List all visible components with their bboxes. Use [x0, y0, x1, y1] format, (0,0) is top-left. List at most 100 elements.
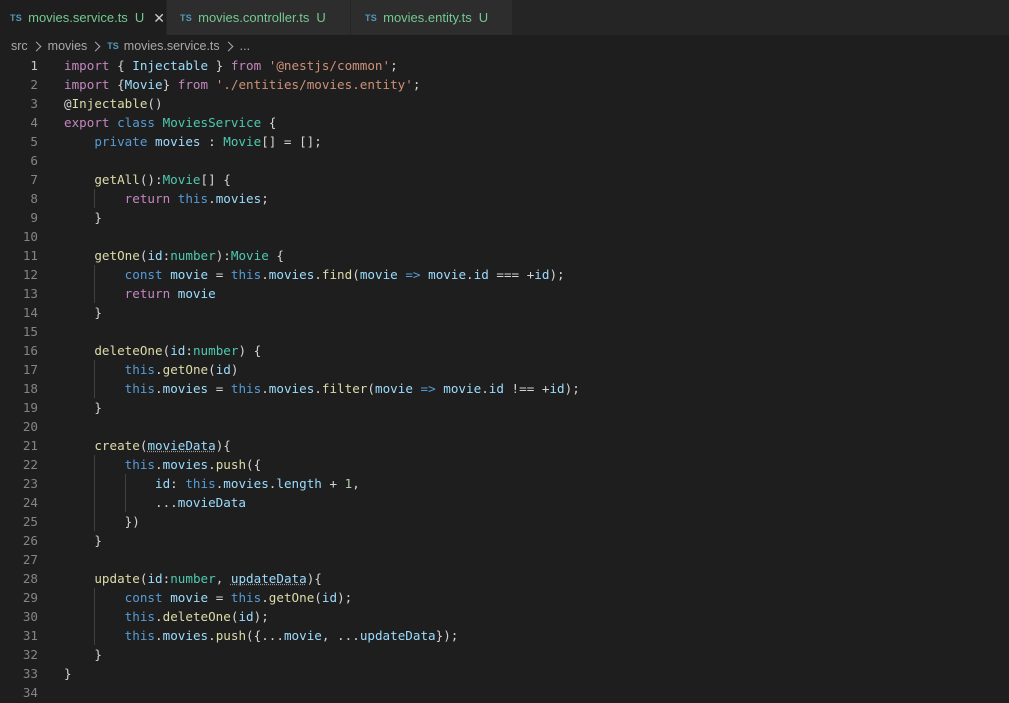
tab-movies-service[interactable]: TS movies.service.ts U ✕: [0, 0, 166, 35]
code-token: id: [488, 381, 504, 396]
code-token: , ...: [321, 628, 360, 643]
code-token: this: [185, 476, 216, 491]
code-token: ;: [412, 77, 421, 92]
code-token: }: [64, 666, 72, 681]
code-line[interactable]: 10: [0, 227, 1009, 246]
indent-guide: [94, 189, 96, 208]
code-text: update(id:number, updateData){: [64, 569, 322, 588]
line-number: 1: [30, 58, 38, 73]
chevron-right-icon: [31, 41, 42, 51]
code-line[interactable]: 25 }): [0, 512, 1009, 531]
code-line[interactable]: 27: [0, 550, 1009, 569]
code-line[interactable]: 4 export class MoviesService {: [0, 113, 1009, 132]
code-token: movieData: [147, 438, 216, 453]
line-number: 11: [22, 248, 38, 263]
code-token: Movie: [230, 248, 269, 263]
code-text: this.movies.push({...movie, ...updateDat…: [64, 626, 459, 645]
code-token: (: [314, 590, 322, 605]
code-line[interactable]: 2 import {Movie} from './entities/movies.…: [0, 75, 1009, 94]
code-line[interactable]: 26 }: [0, 531, 1009, 550]
code-text: this.movies = this.movies.filter(movie =…: [64, 379, 580, 398]
code-line[interactable]: 24 ...movieData: [0, 493, 1009, 512]
code-line[interactable]: 14 }: [0, 303, 1009, 322]
line-number: 21: [22, 438, 38, 453]
code-text: }: [64, 664, 72, 683]
code-token: (: [208, 362, 216, 377]
code-token: .: [155, 381, 163, 396]
code-line[interactable]: 21 create(movieData){: [0, 436, 1009, 455]
line-number: 28: [22, 571, 38, 586]
code-text: getOne(id:number):Movie {: [64, 246, 284, 265]
code-token: class: [117, 115, 156, 130]
code-token: this: [124, 362, 156, 377]
breadcrumb-item-symbols[interactable]: ...: [240, 39, 250, 53]
code-line[interactable]: 18 this.movies = this.movies.filter(movi…: [0, 379, 1009, 398]
code-line[interactable]: 30 this.deleteOne(id);: [0, 607, 1009, 626]
breadcrumb-item-file[interactable]: movies.service.ts: [124, 39, 220, 53]
code-token: id: [549, 381, 565, 396]
code-line[interactable]: 19 }: [0, 398, 1009, 417]
code-text: const movie = this.getOne(id);: [64, 588, 353, 607]
code-line[interactable]: 16 deleteOne(id:number) {: [0, 341, 1009, 360]
code-token: .: [261, 381, 269, 396]
code-editor[interactable]: 1 import { Injectable } from '@nestjs/com…: [0, 56, 1009, 703]
code-line[interactable]: 32 }: [0, 645, 1009, 664]
code-line[interactable]: 34: [0, 683, 1009, 702]
breadcrumb-item-src[interactable]: src: [11, 39, 28, 53]
code-line[interactable]: 17 this.getOne(id): [0, 360, 1009, 379]
code-token: .: [208, 457, 216, 472]
code-line[interactable]: 13 return movie: [0, 284, 1009, 303]
code-token: push: [215, 628, 247, 643]
code-line[interactable]: 6: [0, 151, 1009, 170]
code-token: id: [147, 571, 163, 586]
code-line[interactable]: 8 return this.movies;: [0, 189, 1009, 208]
code-text: import {Movie} from './entities/movies.e…: [64, 75, 420, 94]
code-token: this: [177, 191, 209, 206]
code-token: ...: [64, 495, 178, 510]
breadcrumb-item-movies[interactable]: movies: [48, 39, 88, 53]
code-line[interactable]: 3 @Injectable(): [0, 94, 1009, 113]
code-token: deleteOne: [162, 609, 231, 624]
code-line[interactable]: 31 this.movies.push({...movie, ...update…: [0, 626, 1009, 645]
code-line[interactable]: 15: [0, 322, 1009, 341]
code-line[interactable]: 23 id: this.movies.length + 1,: [0, 474, 1009, 493]
code-line[interactable]: 20: [0, 417, 1009, 436]
code-token: .: [261, 267, 269, 282]
code-line[interactable]: 5 private movies : Movie[] = [];: [0, 132, 1009, 151]
code-token: create: [94, 438, 140, 453]
line-number: 18: [22, 381, 38, 396]
tab-movies-controller[interactable]: TS movies.controller.ts U: [167, 0, 350, 35]
tab-movies-entity[interactable]: TS movies.entity.ts U: [351, 0, 512, 35]
code-text: }: [64, 531, 102, 550]
code-token: updateData: [230, 571, 307, 586]
code-token: !== +: [503, 381, 550, 396]
code-line[interactable]: 7 getAll():Movie[] {: [0, 170, 1009, 189]
code-token: update: [94, 571, 140, 586]
code-token: movies: [268, 267, 315, 282]
code-line[interactable]: 9 }: [0, 208, 1009, 227]
code-token: movies: [162, 457, 209, 472]
code-token: id: [155, 476, 171, 491]
code-line[interactable]: 29 const movie = this.getOne(id);: [0, 588, 1009, 607]
code-line[interactable]: 28 update(id:number, updateData){: [0, 569, 1009, 588]
code-token: this: [230, 381, 262, 396]
code-token: updateData: [359, 628, 436, 643]
code-line[interactable]: 22 this.movies.push({: [0, 455, 1009, 474]
code-line[interactable]: 12 const movie = this.movies.find(movie …: [0, 265, 1009, 284]
code-line[interactable]: 1 import { Injectable } from '@nestjs/com…: [0, 56, 1009, 75]
indent-guide: [94, 588, 96, 645]
code-token: private: [94, 134, 148, 149]
typescript-icon: TS: [365, 12, 378, 23]
indent-guide: [124, 474, 126, 512]
close-icon[interactable]: ✕: [153, 11, 165, 25]
code-token: }: [208, 58, 231, 73]
code-line[interactable]: 11 getOne(id:number):Movie {: [0, 246, 1009, 265]
code-text: ...movieData: [64, 493, 246, 512]
code-line[interactable]: 33}: [0, 664, 1009, 683]
